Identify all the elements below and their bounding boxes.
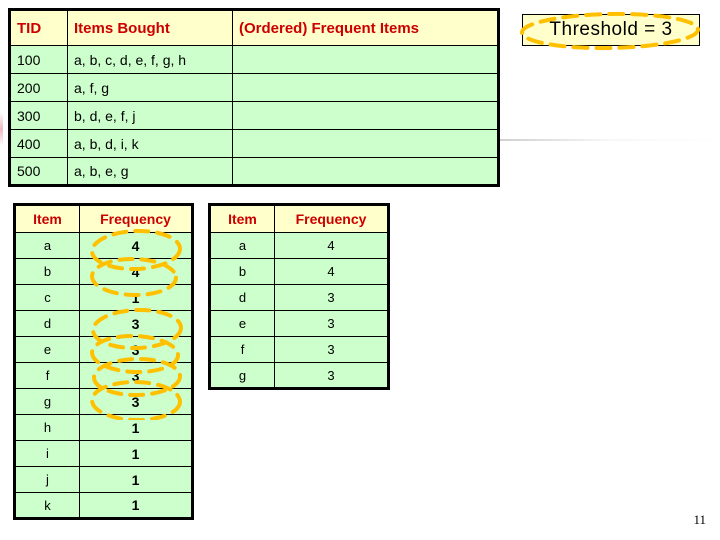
cell-frequency: 1 — [79, 440, 193, 467]
artifact-pink-smudge — [0, 112, 3, 146]
table-row: 200 a, f, g — [9, 73, 499, 102]
cell-item: d — [209, 284, 275, 311]
cell-items-bought: a, b, c, d, e, f, g, h — [67, 45, 233, 74]
cell-frequency: 3 — [274, 310, 389, 337]
cell-frequency: 1 — [79, 466, 193, 493]
table-row: b 4 — [209, 258, 389, 285]
table-row: 300 b, d, e, f, j — [9, 101, 499, 130]
cell-item: a — [14, 232, 80, 259]
cell-item: e — [209, 310, 275, 337]
table-row: a 4 — [209, 232, 389, 259]
table-row: 400 a, b, d, i, k — [9, 129, 499, 158]
table-row: i 1 — [14, 440, 193, 467]
slide-number: 11 — [693, 512, 706, 527]
cell-item: d — [14, 310, 80, 337]
cell-item: b — [14, 258, 80, 285]
cell-item: f — [209, 336, 275, 363]
cell-item: c — [14, 284, 80, 311]
table-row: f 3 — [209, 336, 389, 363]
cell-items-bought: a, b, d, i, k — [67, 129, 233, 158]
table-row: h 1 — [14, 414, 193, 441]
cell-frequency: 4 — [274, 258, 389, 285]
cell-frequency: 1 — [79, 414, 193, 441]
cell-item: k — [14, 492, 80, 519]
cell-frequency: 3 — [274, 336, 389, 363]
cell-item: h — [14, 414, 80, 441]
threshold-callout: Threshold = 3 — [522, 14, 700, 46]
column-header-items-bought: Items Bought — [67, 9, 233, 46]
cell-items-bought: a, f, g — [67, 73, 233, 102]
cell-frequent-items — [232, 73, 499, 102]
table-row: a 4 — [14, 232, 193, 259]
table-row: d 3 — [14, 310, 193, 337]
table-row: b 4 — [14, 258, 193, 285]
cell-frequency: 4 — [79, 232, 193, 259]
table-row: k 1 — [14, 492, 193, 519]
cell-frequency: 1 — [79, 284, 193, 311]
cell-item: b — [209, 258, 275, 285]
cell-frequent-items — [232, 45, 499, 74]
cell-frequency: 3 — [79, 336, 193, 363]
table-row: f 3 — [14, 362, 193, 389]
column-header-tid: TID — [9, 9, 68, 46]
item-frequency-table-frequent: Item Frequency a 4 b 4 d 3 e 3 f 3 g 3 — [208, 203, 390, 390]
column-header-frequency: Frequency — [79, 204, 193, 233]
cell-tid: 100 — [9, 45, 68, 74]
cell-item: e — [14, 336, 80, 363]
table-row: e 3 — [209, 310, 389, 337]
cell-tid: 500 — [9, 157, 68, 186]
table-row: c 1 — [14, 284, 193, 311]
table-header-row: Item Frequency — [14, 204, 193, 233]
cell-item: g — [14, 388, 80, 415]
cell-tid: 300 — [9, 101, 68, 130]
table-header-row: Item Frequency — [209, 204, 389, 233]
cell-frequent-items — [232, 129, 499, 158]
column-header-item: Item — [209, 204, 275, 233]
cell-item: i — [14, 440, 80, 467]
slide-canvas: TID Items Bought (Ordered) Frequent Item… — [0, 0, 720, 540]
table-row: g 3 — [209, 362, 389, 389]
table-row: 500 a, b, e, g — [9, 157, 499, 186]
cell-frequency: 3 — [79, 362, 193, 389]
cell-item: j — [14, 466, 80, 493]
cell-item: f — [14, 362, 80, 389]
cell-frequency: 3 — [274, 284, 389, 311]
cell-frequency: 4 — [79, 258, 193, 285]
cell-tid: 200 — [9, 73, 68, 102]
cell-frequent-items — [232, 157, 499, 186]
table-row: e 3 — [14, 336, 193, 363]
table-row: d 3 — [209, 284, 389, 311]
item-frequency-table-all: Item Frequency a 4 b 4 c 1 d 3 e 3 f 3 g… — [13, 203, 194, 520]
cell-items-bought: b, d, e, f, j — [67, 101, 233, 130]
cell-frequency: 3 — [274, 362, 389, 389]
artifact-grey-line — [500, 139, 720, 141]
column-header-frequent-items: (Ordered) Frequent Items — [232, 9, 499, 46]
table-row: j 1 — [14, 466, 193, 493]
cell-items-bought: a, b, e, g — [67, 157, 233, 186]
cell-item: a — [209, 232, 275, 259]
table-header-row: TID Items Bought (Ordered) Frequent Item… — [9, 9, 499, 46]
transactions-table: TID Items Bought (Ordered) Frequent Item… — [8, 8, 500, 187]
cell-frequency: 3 — [79, 310, 193, 337]
cell-item: g — [209, 362, 275, 389]
cell-frequency: 1 — [79, 492, 193, 519]
cell-frequency: 4 — [274, 232, 389, 259]
column-header-item: Item — [14, 204, 80, 233]
threshold-label: Threshold = 3 — [549, 19, 673, 40]
cell-tid: 400 — [9, 129, 68, 158]
cell-frequency: 3 — [79, 388, 193, 415]
table-row: g 3 — [14, 388, 193, 415]
column-header-frequency: Frequency — [274, 204, 389, 233]
table-row: 100 a, b, c, d, e, f, g, h — [9, 45, 499, 74]
cell-frequent-items — [232, 101, 499, 130]
